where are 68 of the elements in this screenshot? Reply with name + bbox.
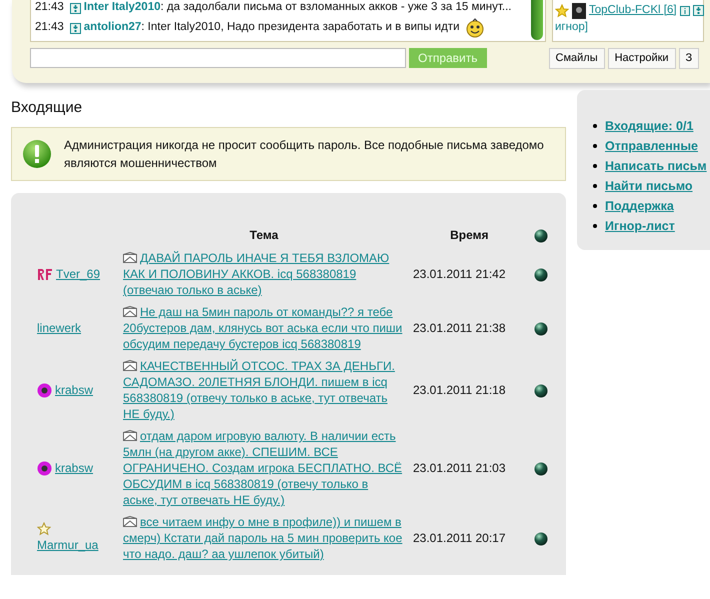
sender-link[interactable]: Tver_69	[56, 265, 100, 283]
bullet-icon	[593, 184, 597, 188]
status-dot-icon	[534, 322, 548, 336]
page-title: Входящие	[11, 98, 84, 118]
sidebar-link[interactable]: Входящие: 0/1	[605, 116, 694, 136]
bullet-icon	[593, 204, 597, 208]
username-link[interactable]: antolion27	[84, 19, 142, 37]
user-link[interactable]: TopClub-FCKl [6]	[589, 2, 677, 20]
sidebar-link[interactable]: Найти письмо	[605, 176, 693, 196]
message-time: 21:43	[35, 0, 64, 16]
bullet-icon	[593, 144, 597, 148]
message-subject-link[interactable]: Не даш на 5мин пароль от команды?? я тебе 20бустеров дам, клянусь вот аська если что пиши обсудим передачу бустеров icq 568380819	[123, 304, 405, 352]
column-header: Тема	[248, 227, 280, 244]
toolbar-button[interactable]: Смайлы	[548, 48, 605, 68]
profile-icon[interactable]	[692, 5, 704, 16]
sidebar-link[interactable]: Поддержка	[605, 196, 674, 216]
status-dot-icon	[534, 228, 548, 243]
ball-icon	[37, 382, 52, 398]
warning-icon	[22, 139, 52, 169]
message-subject-link[interactable]: отдам даром игровую валюту. В наличии есть 5млн (на другом акке). СПЕШИМ. ВСЕ ОГРАНИЧЕНО. Создам игрока БЕСПЛАТНО. ВСЁ ОБСУДИМ в icq 568380819 (отвечу только в аське, тут отвечать НЕ буду.)	[123, 428, 405, 508]
message-subject-link[interactable]: все читаем инфу о мне в профиле)) и пишем в смерч) Кстати дай пароль на 5 мин проверить кое что надо. даш? аа ушлепок убитый)	[123, 514, 405, 562]
sidebar-link[interactable]: Написать письм	[605, 156, 707, 176]
envelope-icon	[123, 306, 137, 317]
alert-text: Администрация никогда не просит сообщить пароль. Все подобные письма заведомо являются мошенничеством	[64, 137, 545, 172]
envelope-icon	[123, 516, 137, 527]
bullet-icon	[593, 124, 597, 128]
send-button[interactable]: Отправить	[409, 48, 487, 68]
sender-link[interactable]: linewerk	[37, 319, 82, 337]
ignore-link[interactable]: игнор]	[555, 21, 588, 34]
ball-icon	[37, 460, 52, 476]
profile-icon[interactable]	[70, 2, 81, 14]
message-time: 23.01.2011 21:42	[413, 267, 506, 281]
status-dot-icon	[534, 462, 548, 476]
profile-icon[interactable]	[70, 22, 81, 34]
smiley-icon	[464, 18, 485, 38]
column-header: Время	[449, 227, 490, 244]
info-icon[interactable]	[680, 6, 690, 16]
sidebar-link[interactable]: Отправленные	[605, 136, 698, 156]
message-input[interactable]	[30, 48, 406, 68]
status-dot-icon	[534, 268, 548, 282]
sender-link[interactable]: krabsw	[55, 459, 94, 477]
sender-link[interactable]: Marmur_ua	[37, 536, 98, 554]
envelope-icon	[123, 360, 137, 371]
flag-icon	[37, 268, 53, 280]
message-time: 21:43	[35, 20, 64, 36]
bullet-icon	[593, 164, 597, 168]
message-subject-link[interactable]: ДАВАЙ ПАРОЛЬ ИНАЧЕ Я ТЕБЯ ВЗЛОМАЮ КАК И ПОЛОВИНУ АККОВ. icq 568380819 (отвечаю только в аське)	[123, 250, 405, 298]
toolbar-button[interactable]: З	[678, 48, 700, 68]
sidebar-link[interactable]: Игнор-лист	[605, 216, 675, 236]
message-text: : Inter Italy2010, Надо президента заработать и в випы идти	[141, 20, 460, 36]
message-subject-link[interactable]: КАЧЕСТВЕННЫЙ ОТСОС. ТРАХ ЗА ДЕНЬГИ. САДОМАЗО. 20ЛЕТНЯЯ БЛОНДИ. пишем в icq 568380819 (отвечу только в аське, тут отвечать НЕ буду.)	[123, 358, 405, 422]
message-time: 23.01.2011 21:38	[413, 321, 506, 335]
envelope-icon	[123, 252, 137, 263]
status-dot-icon	[534, 532, 548, 546]
star-icon	[555, 4, 569, 18]
message-text: : да задолбали письма от взломанных акков - уже 3 за 15 минут...	[160, 0, 512, 16]
toolbar-button[interactable]: Настройки	[608, 48, 676, 68]
scrollbar[interactable]	[531, 0, 543, 40]
message-time: 23.01.2011 20:17	[413, 531, 506, 545]
status-dot-icon	[534, 384, 548, 398]
star-icon	[37, 522, 51, 536]
avatar-icon	[572, 2, 586, 19]
username-link[interactable]: Inter Italy2010	[84, 0, 160, 17]
message-time: 23.01.2011 21:18	[413, 383, 506, 397]
envelope-icon	[123, 430, 137, 441]
message-time: 23.01.2011 21:03	[413, 461, 506, 475]
sender-link[interactable]: krabsw	[55, 381, 94, 399]
bullet-icon	[593, 224, 597, 228]
